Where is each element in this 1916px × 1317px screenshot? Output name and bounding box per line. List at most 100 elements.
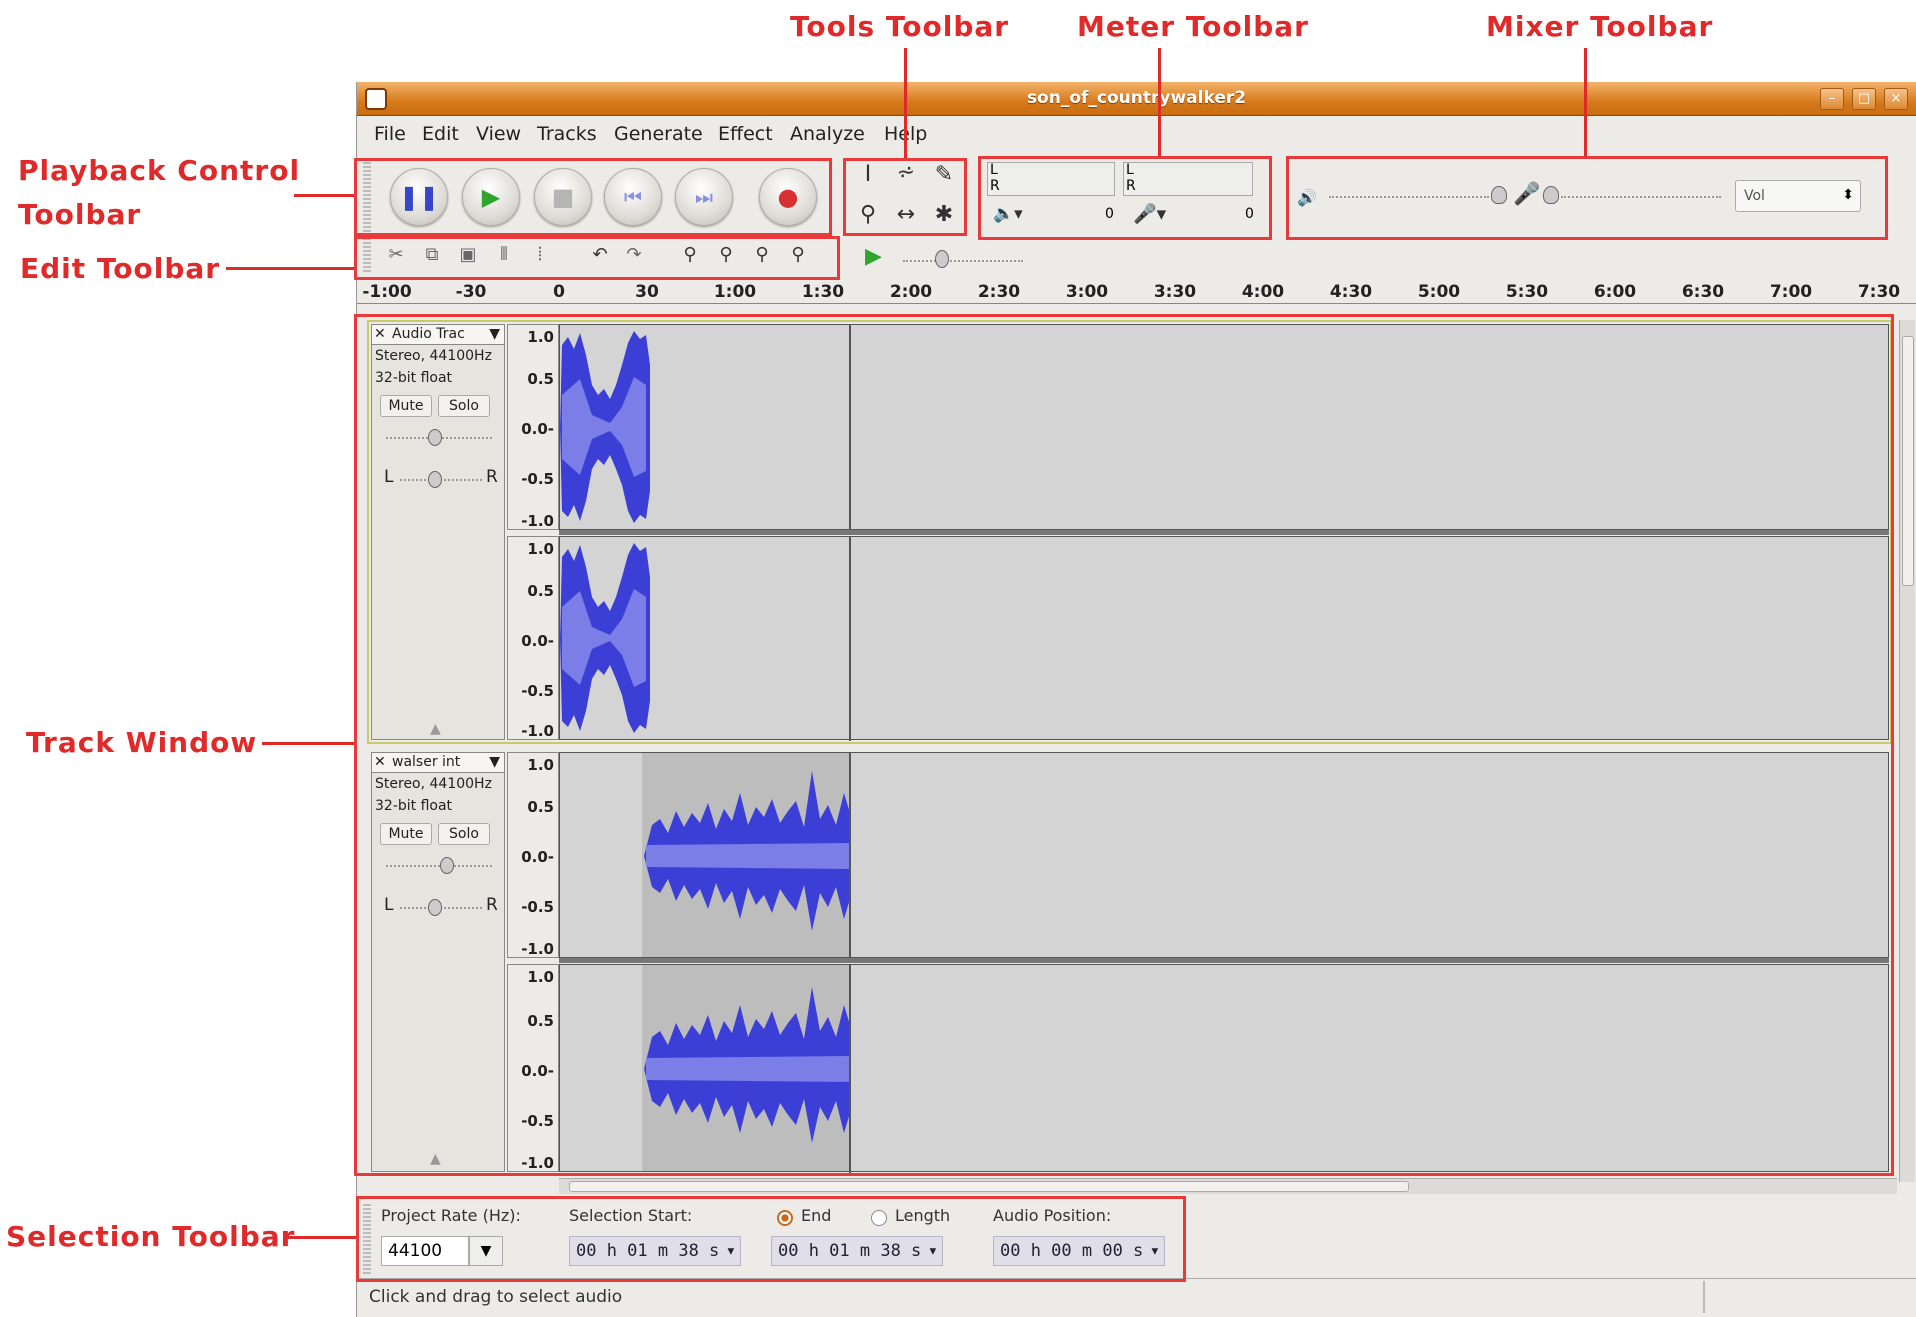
input-volume-thumb[interactable] (1543, 186, 1559, 204)
input-source-select[interactable]: Vol ⬍ (1735, 180, 1861, 212)
menu-edit[interactable]: Edit (422, 123, 459, 145)
multi-tool-icon[interactable]: ✱ (927, 202, 961, 227)
skip-start-button[interactable]: ⏮ (604, 168, 662, 226)
track-2-ch1-waveform[interactable] (559, 752, 1889, 959)
track-2-ch2-waveform[interactable] (559, 964, 1889, 1173)
track-1-gain-thumb[interactable] (428, 429, 442, 446)
undo-icon[interactable]: ↶ (585, 244, 615, 265)
time-format-dropdown-icon[interactable]: ▾ (726, 1237, 736, 1265)
edit-toolbar-grip[interactable] (363, 238, 371, 272)
track-1-name-bar[interactable]: ✕ Audio Trac ▼ (372, 325, 504, 345)
vertical-scrollbar[interactable] (1899, 320, 1915, 1182)
track-2-gain-slider[interactable] (386, 865, 492, 867)
play-at-speed-icon[interactable]: ▶ (865, 244, 882, 269)
playback-toolbar-grip[interactable] (363, 158, 371, 232)
track-2-mute-button[interactable]: Mute (380, 823, 432, 845)
track-1-menu-icon[interactable]: ▼ (489, 326, 500, 342)
track-2-menu-icon[interactable]: ▼ (489, 754, 500, 770)
trim-icon[interactable]: ⦀ (489, 244, 519, 265)
fit-selection-icon[interactable]: ⚲ (747, 244, 777, 265)
track-window-annotation: Track Window (26, 726, 258, 759)
track-2-close-icon[interactable]: ✕ (374, 754, 386, 770)
track-1-mute-button[interactable]: Mute (380, 395, 432, 417)
mic-meter-icon[interactable]: 🎤▾ (1133, 202, 1166, 225)
track-2-collapse-icon[interactable]: ▲ (430, 1151, 441, 1167)
ruler-tick: 6:00 (1593, 282, 1637, 302)
horizontal-scrollbar-thumb[interactable] (569, 1181, 1409, 1192)
timeline-ruler[interactable]: -1:00 -30 0 30 1:00 1:30 2:00 2:30 3:00 … (357, 278, 1916, 304)
stop-button[interactable]: ■ (534, 168, 592, 226)
selection-start-value[interactable]: 00 h 01 m 38 s ▾ (569, 1236, 741, 1266)
ruler-tick: 4:30 (1329, 282, 1373, 302)
paste-icon[interactable]: ▣ (453, 244, 483, 265)
draw-tool-icon[interactable]: ✎ (927, 162, 961, 187)
menu-view[interactable]: View (476, 123, 521, 145)
track-1-control-panel: ✕ Audio Trac ▼ Stereo, 44100Hz 32-bit fl… (371, 324, 505, 740)
track-2-name[interactable]: walser int (392, 754, 460, 770)
output-volume-slider[interactable] (1329, 196, 1489, 198)
track-2-solo-button[interactable]: Solo (438, 823, 490, 845)
pause-button[interactable]: ❚❚ (390, 168, 448, 226)
length-radio[interactable] (871, 1210, 887, 1226)
zoom-out-icon[interactable]: ⚲ (711, 244, 741, 265)
track-1-name[interactable]: Audio Trac (392, 326, 465, 342)
project-rate-input[interactable]: 44100 (381, 1236, 469, 1266)
menu-file[interactable]: File (374, 123, 406, 145)
meter-right-label: R (1126, 178, 1136, 194)
track-2-pan-thumb[interactable] (428, 899, 442, 916)
menu-generate[interactable]: Generate (614, 123, 703, 145)
menu-tracks[interactable]: Tracks (537, 123, 597, 145)
audio-position-value[interactable]: 00 h 00 m 00 s ▾ (993, 1236, 1165, 1266)
playback-meter[interactable]: L R (987, 162, 1115, 196)
play-button[interactable]: ▶ (462, 168, 520, 226)
select-arrows-icon: ⬍ (1842, 187, 1854, 203)
track-1-close-icon[interactable]: ✕ (374, 326, 386, 342)
track-2-gain-thumb[interactable] (440, 857, 454, 874)
selection-tool-icon[interactable]: I (851, 162, 885, 187)
time-format-dropdown-icon[interactable]: ▾ (928, 1237, 938, 1265)
speaker-meter-icon[interactable]: 🔈▾ (993, 204, 1023, 224)
menu-analyze[interactable]: Analyze (790, 123, 865, 145)
title-bar[interactable]: son_of_countrywalker2 – □ × (357, 82, 1916, 116)
track-1-ch2-waveform[interactable] (559, 536, 1889, 741)
track-1-collapse-icon[interactable]: ▲ (430, 721, 441, 737)
timeshift-tool-icon[interactable]: ↔ (889, 202, 923, 227)
envelope-tool-icon[interactable]: ⩫ (889, 160, 923, 185)
ruler-tick: 2:00 (889, 282, 933, 302)
redo-icon[interactable]: ↷ (619, 244, 649, 265)
zoom-in-icon[interactable]: ⚲ (675, 244, 705, 265)
selection-end-value[interactable]: 00 h 01 m 38 s ▾ (771, 1236, 943, 1266)
time-format-dropdown-icon[interactable]: ▾ (1150, 1237, 1160, 1265)
close-icon[interactable]: × (1884, 88, 1908, 110)
record-meter[interactable]: L R (1123, 162, 1253, 196)
horizontal-scrollbar[interactable] (559, 1178, 1897, 1194)
play-speed-thumb[interactable] (935, 250, 949, 268)
record-button[interactable]: ● (759, 168, 817, 226)
cut-icon[interactable]: ✂ (381, 244, 411, 265)
track-1-solo-button[interactable]: Solo (438, 395, 490, 417)
status-text: Click and drag to select audio (369, 1287, 623, 1307)
input-volume-slider[interactable] (1561, 196, 1721, 198)
project-rate-dropdown-icon[interactable]: ▼ (469, 1236, 503, 1266)
ruler-tick: 6:30 (1681, 282, 1725, 302)
minimize-icon[interactable]: – (1820, 88, 1844, 110)
zoom-tool-icon[interactable]: ⚲ (851, 202, 885, 227)
copy-icon[interactable]: ⧉ (417, 244, 447, 265)
menu-effect[interactable]: Effect (718, 123, 773, 145)
track-1-pan-thumb[interactable] (428, 471, 442, 488)
meter-toolbar-annotation: Meter Toolbar (1077, 10, 1309, 43)
fit-project-icon[interactable]: ⚲ (783, 244, 813, 265)
track-1-ch1-waveform[interactable] (559, 324, 1889, 531)
output-volume-thumb[interactable] (1491, 186, 1507, 204)
ruler-tick: 3:00 (1065, 282, 1109, 302)
playback-toolbar-annotation: Playback Control (18, 154, 301, 187)
track-2-name-bar[interactable]: ✕ walser int ▼ (372, 753, 504, 773)
skip-end-button[interactable]: ⏭ (675, 168, 733, 226)
meter-leader-line (1158, 48, 1161, 156)
maximize-icon[interactable]: □ (1852, 88, 1876, 110)
selection-toolbar-grip[interactable] (363, 1204, 371, 1274)
silence-icon[interactable]: ⦙ (525, 244, 555, 265)
vertical-scrollbar-thumb[interactable] (1902, 336, 1914, 586)
play-speed-slider[interactable] (903, 260, 1023, 262)
end-radio[interactable] (777, 1210, 793, 1226)
